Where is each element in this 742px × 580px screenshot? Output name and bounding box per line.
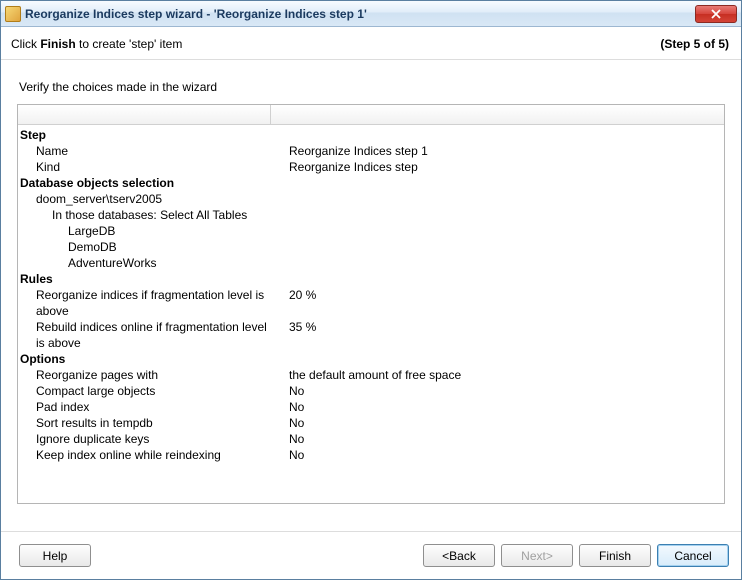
db-demo: DemoDB	[18, 239, 271, 255]
grid-body: Step Name Reorganize Indices step 1 Kind…	[18, 125, 724, 465]
value-sort-tempdb: No	[271, 415, 724, 431]
section-options: Options	[18, 351, 271, 367]
instruction-suffix: to create 'step' item	[76, 37, 183, 51]
value-rule-reorganize: 20 %	[271, 287, 724, 319]
step-counter: (Step 5 of 5)	[660, 37, 729, 51]
value-kind: Reorganize Indices step	[271, 159, 724, 175]
titlebar: Reorganize Indices step wizard - 'Reorga…	[1, 1, 741, 27]
instruction-text: Click Finish to create 'step' item	[11, 37, 660, 51]
next-button: Next>	[501, 544, 573, 567]
instruction-prefix: Click	[11, 37, 40, 51]
close-button[interactable]	[695, 5, 737, 23]
button-bar: Help <Back Next> Finish Cancel	[1, 531, 741, 579]
wizard-header: Click Finish to create 'step' item (Step…	[1, 27, 741, 59]
value-compact-large: No	[271, 383, 724, 399]
app-icon	[5, 6, 21, 22]
in-those-databases: In those databases: Select All Tables	[18, 207, 271, 223]
section-db: Database objects selection	[18, 175, 271, 191]
section-step: Step	[18, 127, 271, 143]
value-reorganize-pages: the default amount of free space	[271, 367, 724, 383]
value-keep-online: No	[271, 447, 724, 463]
value-ignore-dup: No	[271, 431, 724, 447]
label-rule-reorganize: Reorganize indices if fragmentation leve…	[18, 287, 271, 319]
label-ignore-dup: Ignore duplicate keys	[18, 431, 271, 447]
window-title: Reorganize Indices step wizard - 'Reorga…	[25, 7, 695, 21]
db-adventure: AdventureWorks	[18, 255, 271, 271]
grid-column-headers	[18, 105, 724, 125]
verify-heading: Verify the choices made in the wizard	[1, 60, 741, 104]
label-compact-large: Compact large objects	[18, 383, 271, 399]
label-reorganize-pages: Reorganize pages with	[18, 367, 271, 383]
back-button[interactable]: <Back	[423, 544, 495, 567]
label-kind: Kind	[18, 159, 271, 175]
label-rule-rebuild: Rebuild indices online if fragmentation …	[18, 319, 271, 351]
label-sort-tempdb: Sort results in tempdb	[18, 415, 271, 431]
cancel-button[interactable]: Cancel	[657, 544, 729, 567]
value-rule-rebuild: 35 %	[271, 319, 724, 351]
summary-grid: Step Name Reorganize Indices step 1 Kind…	[17, 104, 725, 504]
instruction-bold: Finish	[40, 37, 75, 51]
help-button[interactable]: Help	[19, 544, 91, 567]
value-pad-index: No	[271, 399, 724, 415]
close-icon	[711, 9, 721, 19]
label-name: Name	[18, 143, 271, 159]
label-keep-online: Keep index online while reindexing	[18, 447, 271, 463]
db-large: LargeDB	[18, 223, 271, 239]
finish-button[interactable]: Finish	[579, 544, 651, 567]
label-pad-index: Pad index	[18, 399, 271, 415]
value-name: Reorganize Indices step 1	[271, 143, 724, 159]
section-rules: Rules	[18, 271, 271, 287]
grid-col-1	[18, 105, 271, 124]
server-name: doom_server\tserv2005	[18, 191, 271, 207]
